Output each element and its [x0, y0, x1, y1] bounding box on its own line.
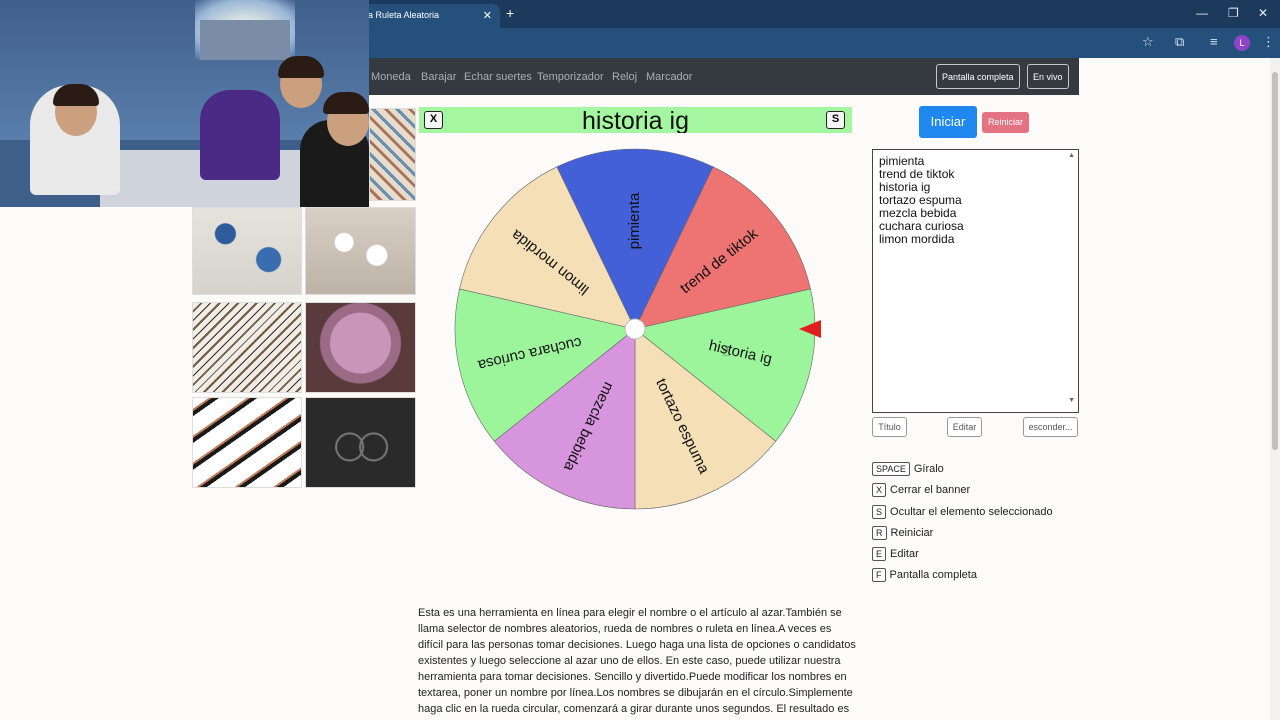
ad-image-pink-shoes[interactable] [305, 302, 416, 393]
minimize-icon[interactable]: — [1196, 6, 1208, 20]
shortcut-key: R [872, 526, 887, 540]
banner-title: historia ig [582, 107, 689, 133]
shortcut-x: X Cerrar el banner [872, 483, 970, 498]
banner-hide-button[interactable]: S [826, 111, 845, 129]
shortcut-space: SPACE Gíralo [872, 462, 944, 477]
nav-link-echar-suertes[interactable]: Echar suertes [464, 71, 532, 83]
page-scrollbar-thumb[interactable] [1272, 72, 1278, 450]
shortcut-label: Ocultar el elemento seleccionado [890, 506, 1053, 518]
ad-image-lace-top[interactable] [305, 207, 416, 295]
shortcut-key: S [872, 505, 887, 519]
title-button[interactable]: Título [872, 417, 907, 437]
shortcut-s: S Ocultar el elemento seleccionado [872, 505, 1053, 520]
edit-button[interactable]: Editar [947, 417, 982, 437]
new-tab-button[interactable]: + [506, 5, 514, 21]
nav-link-barajar[interactable]: Barajar [421, 71, 456, 83]
bookmark-star-icon[interactable]: ☆ [1142, 34, 1154, 50]
nav-link-temporizador[interactable]: Temporizador [537, 71, 604, 83]
webcam-hair-right [323, 92, 369, 114]
shortcut-label: Cerrar el banner [890, 484, 971, 496]
result-banner: historia ig X S [419, 107, 852, 133]
description-text: Esta es una herramienta en línea para el… [418, 607, 856, 720]
shortcut-key: F [872, 568, 886, 582]
spin-wheel[interactable]: pimientatrend de tiktokhistoria igtortaz… [450, 143, 825, 518]
shortcut-e: E Editar [872, 547, 919, 562]
name-entry: limon mordida [879, 232, 955, 246]
shortcut-key: SPACE [872, 462, 910, 476]
nav-link-moneda[interactable]: Moneda [371, 71, 411, 83]
shortcut-label: Gíralo [913, 463, 944, 475]
shortcut-label: Reiniciar [890, 527, 934, 539]
menu-kebab-icon[interactable]: ⋮ [1262, 34, 1275, 50]
webcam-overlay [0, 0, 369, 207]
extensions-icon[interactable]: ⧉ [1175, 34, 1184, 50]
shortcut-key: X [872, 483, 887, 497]
browser-tab[interactable]: a Ruleta Aleatoria ✕ [360, 4, 500, 28]
hide-names-button[interactable]: esconder... [1023, 417, 1078, 437]
banner-close-button[interactable]: X [424, 111, 443, 129]
wheel-center-hub [624, 318, 646, 340]
ad-image-brushes[interactable] [192, 397, 302, 488]
shortcut-label: Pantalla completa [889, 569, 977, 581]
webcam-poster [200, 20, 290, 60]
names-textarea[interactable]: pimienta trend de tiktok historia ig tor… [872, 149, 1079, 413]
site-navbar: Moneda Barajar Echar suertes Temporizado… [360, 58, 1079, 95]
media-controls-icon[interactable]: ≡ [1210, 34, 1218, 49]
shortcut-label: Editar [890, 548, 919, 560]
shortcut-key: E [872, 547, 887, 561]
ad-image-glasses[interactable] [305, 397, 416, 488]
scroll-down-icon[interactable]: ▼ [1068, 397, 1075, 404]
ad-image-floral-shirt[interactable] [192, 207, 302, 295]
restore-icon[interactable]: ❐ [1228, 6, 1239, 20]
ad-image-print-blouse[interactable] [192, 302, 302, 393]
start-button[interactable]: Iniciar [919, 106, 977, 138]
webcam-hair-middle [278, 56, 324, 78]
profile-avatar[interactable]: L [1234, 35, 1250, 51]
nav-link-marcador[interactable]: Marcador [646, 71, 692, 83]
ad-image-blouse[interactable] [369, 108, 416, 201]
fullscreen-button[interactable]: Pantalla completa [936, 64, 1020, 89]
scroll-up-icon[interactable]: ▲ [1068, 152, 1075, 159]
tab-close-icon[interactable]: ✕ [483, 9, 492, 22]
hand-cursor-icon: ☝ [722, 343, 731, 359]
webcam-hair-left [53, 84, 99, 106]
wheel-segment-label: pimienta [626, 192, 643, 249]
live-button[interactable]: En vivo [1027, 64, 1069, 89]
nav-link-reloj[interactable]: Reloj [612, 71, 637, 83]
webcam-person-middle [200, 90, 280, 180]
tab-title: a Ruleta Aleatoria [368, 10, 440, 20]
reset-button[interactable]: Reiniciar [982, 112, 1029, 133]
close-window-icon[interactable]: ✕ [1258, 6, 1268, 20]
shortcut-f: F Pantalla completa [872, 568, 977, 583]
shortcut-r: R Reiniciar [872, 526, 933, 541]
